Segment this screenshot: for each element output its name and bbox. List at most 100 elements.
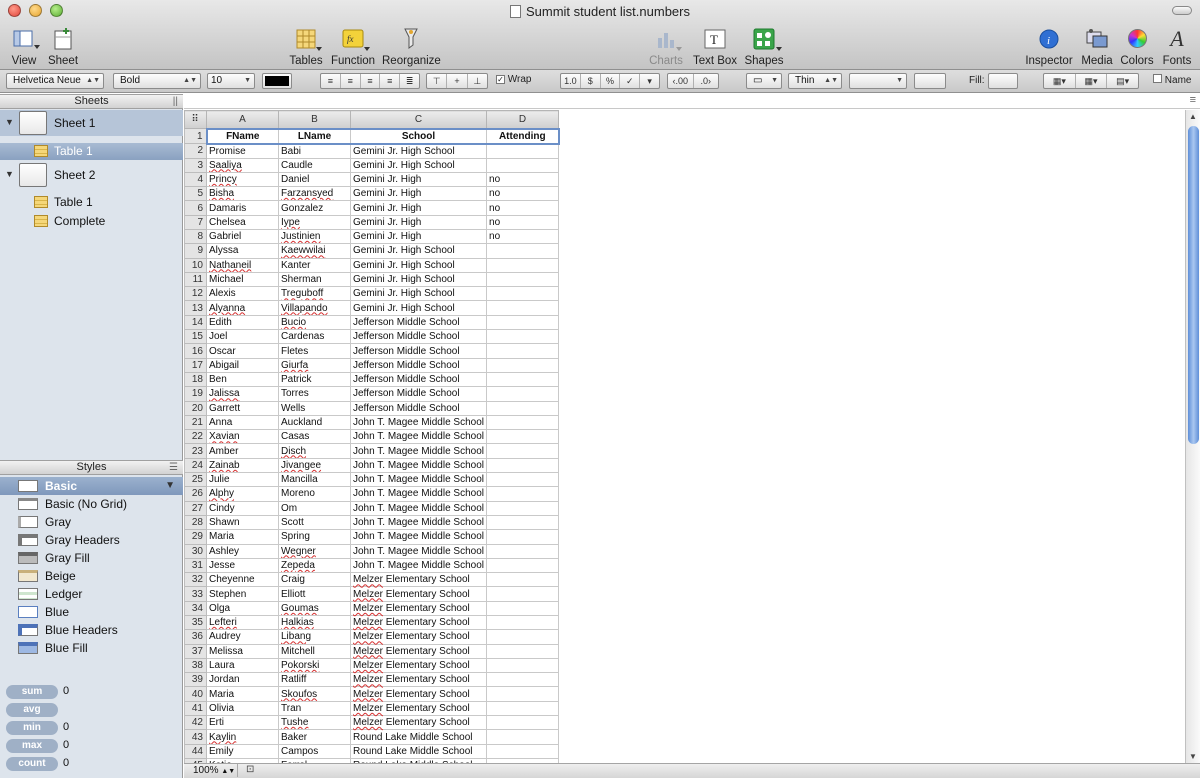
- lname-cell[interactable]: Goumas: [278, 600, 351, 617]
- textbox-button[interactable]: T Text Box: [692, 26, 738, 67]
- attending-cell[interactable]: no: [486, 214, 560, 230]
- attending-cell[interactable]: [486, 672, 560, 688]
- decrease-decimal-icon[interactable]: .0›: [694, 74, 719, 88]
- vertical-scrollbar[interactable]: ▲ ▼: [1185, 110, 1200, 763]
- checkmark-icon[interactable]: ✓: [620, 74, 641, 88]
- row-number[interactable]: 16: [184, 343, 207, 359]
- lname-cell[interactable]: Halkias: [278, 614, 351, 631]
- school-cell[interactable]: Melzer Elementary School: [349, 715, 488, 731]
- attending-cell[interactable]: [486, 743, 560, 759]
- header-cell-fname[interactable]: FName: [205, 127, 279, 145]
- row-number[interactable]: 34: [184, 600, 207, 617]
- column-header-d[interactable]: D: [486, 110, 560, 129]
- fname-cell[interactable]: Amber: [206, 443, 279, 459]
- school-cell[interactable]: Jefferson Middle School: [349, 400, 488, 416]
- lname-cell[interactable]: Tushe: [278, 715, 351, 731]
- lname-cell[interactable]: Kanter: [278, 257, 351, 273]
- align-justify-icon[interactable]: ≡: [380, 74, 401, 88]
- row-number[interactable]: 1: [184, 128, 207, 144]
- row-number[interactable]: 3: [184, 157, 207, 173]
- school-cell[interactable]: Melzer Elementary School: [349, 572, 488, 588]
- colors-button[interactable]: Colors: [1120, 26, 1154, 67]
- school-cell[interactable]: Melzer Elementary School: [349, 600, 488, 617]
- attending-cell[interactable]: [486, 586, 560, 602]
- wrap-checkbox[interactable]: ✓ Wrap: [496, 74, 532, 85]
- view-button[interactable]: View: [8, 26, 40, 67]
- lname-cell[interactable]: Mancilla: [278, 472, 351, 488]
- row-number[interactable]: 39: [184, 672, 207, 688]
- row-number[interactable]: 38: [184, 657, 207, 674]
- attending-cell[interactable]: [486, 414, 560, 431]
- style-basic[interactable]: Basic ▼: [0, 477, 183, 495]
- name-checkbox[interactable]: Name: [1153, 74, 1191, 86]
- font-family-select[interactable]: Helvetica Neue ▲▼: [6, 73, 104, 89]
- lname-cell[interactable]: Wegner: [278, 543, 351, 559]
- shapes-button[interactable]: Shapes: [744, 26, 784, 67]
- scroll-up-arrow-icon[interactable]: ▲: [1189, 112, 1197, 121]
- toolbar-toggle-button[interactable]: [1172, 6, 1192, 15]
- table-item-sheet2-table1[interactable]: Table 1: [0, 194, 183, 211]
- school-cell[interactable]: John T. Magee Middle School: [349, 514, 488, 531]
- attending-cell[interactable]: no: [486, 228, 560, 245]
- lname-cell[interactable]: Casas: [278, 429, 351, 445]
- header-cell-school[interactable]: School: [349, 127, 488, 145]
- fname-cell[interactable]: Laura: [206, 657, 279, 674]
- fname-cell[interactable]: Stephen: [206, 586, 279, 602]
- scrollbar-thumb[interactable]: [1188, 126, 1199, 444]
- school-cell[interactable]: Gemini Jr. High: [349, 214, 488, 230]
- school-cell[interactable]: John T. Magee Middle School: [349, 557, 488, 574]
- fname-cell[interactable]: Melissa: [206, 643, 279, 659]
- header-rows-icon[interactable]: ▦▾: [1044, 74, 1076, 88]
- attending-cell[interactable]: [486, 500, 560, 516]
- decimal-controls[interactable]: ‹.00.0›: [667, 73, 719, 89]
- school-cell[interactable]: Gemini Jr. High: [349, 200, 488, 216]
- align-left-icon[interactable]: ≡: [321, 74, 341, 88]
- school-cell[interactable]: John T. Magee Middle School: [349, 443, 488, 459]
- column-header-b[interactable]: B: [278, 110, 351, 129]
- school-cell[interactable]: John T. Magee Middle School: [349, 529, 488, 545]
- row-number[interactable]: 12: [184, 286, 207, 302]
- school-cell[interactable]: John T. Magee Middle School: [349, 457, 488, 474]
- lname-cell[interactable]: Craig: [278, 572, 351, 588]
- fname-cell[interactable]: Kaylin: [206, 729, 279, 745]
- lname-cell[interactable]: Om: [278, 500, 351, 516]
- fname-cell[interactable]: Alphy: [206, 486, 279, 502]
- align-right-icon[interactable]: ≡: [361, 74, 381, 88]
- fname-cell[interactable]: Damaris: [206, 200, 279, 216]
- row-number[interactable]: 10: [184, 257, 207, 273]
- attending-cell[interactable]: [486, 286, 560, 302]
- lname-cell[interactable]: Scott: [278, 514, 351, 531]
- attending-cell[interactable]: [486, 700, 560, 717]
- lname-cell[interactable]: Spring: [278, 529, 351, 545]
- school-cell[interactable]: John T. Magee Middle School: [349, 486, 488, 502]
- attending-cell[interactable]: [486, 543, 560, 559]
- attending-cell[interactable]: [486, 686, 560, 702]
- fname-cell[interactable]: Chelsea: [206, 214, 279, 230]
- row-number[interactable]: 44: [184, 743, 207, 759]
- lname-cell[interactable]: Justinien: [278, 228, 351, 245]
- fname-cell[interactable]: Joel: [206, 329, 279, 345]
- lname-cell[interactable]: Daniel: [278, 171, 351, 188]
- fname-cell[interactable]: Jesse: [206, 557, 279, 574]
- attending-cell[interactable]: [486, 443, 560, 459]
- lname-cell[interactable]: Mitchell: [278, 643, 351, 659]
- row-number[interactable]: 22: [184, 429, 207, 445]
- media-button[interactable]: Media: [1080, 26, 1114, 67]
- attending-cell[interactable]: [486, 600, 560, 617]
- school-cell[interactable]: Gemini Jr. High School: [349, 300, 488, 316]
- table-layout-controls[interactable]: ▦▾ ▦▾ ▤▾: [1043, 73, 1139, 89]
- row-number[interactable]: 33: [184, 586, 207, 602]
- number-format-icon[interactable]: 1.0: [561, 74, 581, 88]
- attending-cell[interactable]: [486, 271, 560, 288]
- school-cell[interactable]: Melzer Elementary School: [349, 629, 488, 645]
- fname-cell[interactable]: Bisha: [206, 186, 279, 202]
- attending-cell[interactable]: [486, 529, 560, 545]
- attending-cell[interactable]: [486, 629, 560, 645]
- lname-cell[interactable]: Babi: [278, 143, 351, 159]
- fname-cell[interactable]: Anna: [206, 414, 279, 431]
- inspector-button[interactable]: i Inspector: [1024, 26, 1074, 67]
- lname-cell[interactable]: Libang: [278, 629, 351, 645]
- row-number[interactable]: 14: [184, 314, 207, 331]
- school-cell[interactable]: Melzer Elementary School: [349, 657, 488, 674]
- disclosure-triangle-icon[interactable]: ▼: [5, 117, 14, 127]
